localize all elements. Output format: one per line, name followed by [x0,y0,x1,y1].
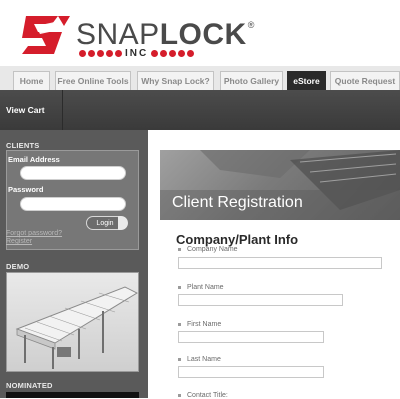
demo-conveyor-image[interactable] [6,272,139,372]
subnav-divider [62,90,63,130]
last-name-label: Last Name [178,356,221,363]
snaplock-logo[interactable]: SNAPLOCK® INC [18,10,254,62]
plant-name-field[interactable] [178,294,343,306]
nominated-image [6,392,139,398]
view-cart-link[interactable]: View Cart [6,105,45,115]
header: SNAPLOCK® INC [0,0,400,66]
tab-home[interactable]: Home [13,71,50,90]
estore-subnav: View Cart [0,90,400,130]
main-nav-tabs: Home Free Online Tools Why Snap Lock? Ph… [0,66,400,91]
nominated-heading: NOMINATED [6,381,53,390]
dots-right-icon [151,50,195,57]
email-field[interactable] [20,166,126,180]
brand-sub-text: INC [125,48,149,59]
registration-banner: Client Registration [160,150,400,220]
banner-title: Client Registration [172,194,303,211]
conveyor-illustration [15,286,138,369]
brand-wordmark: SNAPLOCK® [76,18,255,52]
email-label: Email Address [8,155,60,164]
forgot-password-link[interactable]: Forgot password? [6,230,62,237]
password-field[interactable] [20,197,126,211]
brand-subline: INC [76,48,197,59]
registered-mark: ® [247,20,255,30]
demo-heading: DEMO [6,262,30,271]
first-name-field[interactable] [178,331,324,343]
tab-photo-gallery[interactable]: Photo Gallery [220,71,283,90]
form-section-title: Company/Plant Info [176,232,299,247]
company-name-label: Company Name [178,246,238,253]
registration-panel: Client Registration Company/Plant Info C… [160,150,400,399]
brand-name-bold: LOCK [159,18,247,51]
first-name-label: First Name [178,321,221,328]
company-name-field[interactable] [178,257,382,269]
tab-quote-request[interactable]: Quote Request [330,71,400,90]
brand-name-light: SNAP [76,18,160,51]
tab-estore[interactable]: eStore [287,71,326,90]
password-label: Password [8,185,44,194]
clients-heading: CLIENTS [6,141,40,150]
snaplock-logo-icon [22,16,70,54]
tab-free-online-tools[interactable]: Free Online Tools [55,71,131,90]
dots-left-icon [79,50,122,57]
tab-why-snap-lock[interactable]: Why Snap Lock? [137,71,214,90]
plant-name-label: Plant Name [178,284,224,291]
register-link[interactable]: Register [6,238,32,245]
last-name-field[interactable] [178,366,324,378]
